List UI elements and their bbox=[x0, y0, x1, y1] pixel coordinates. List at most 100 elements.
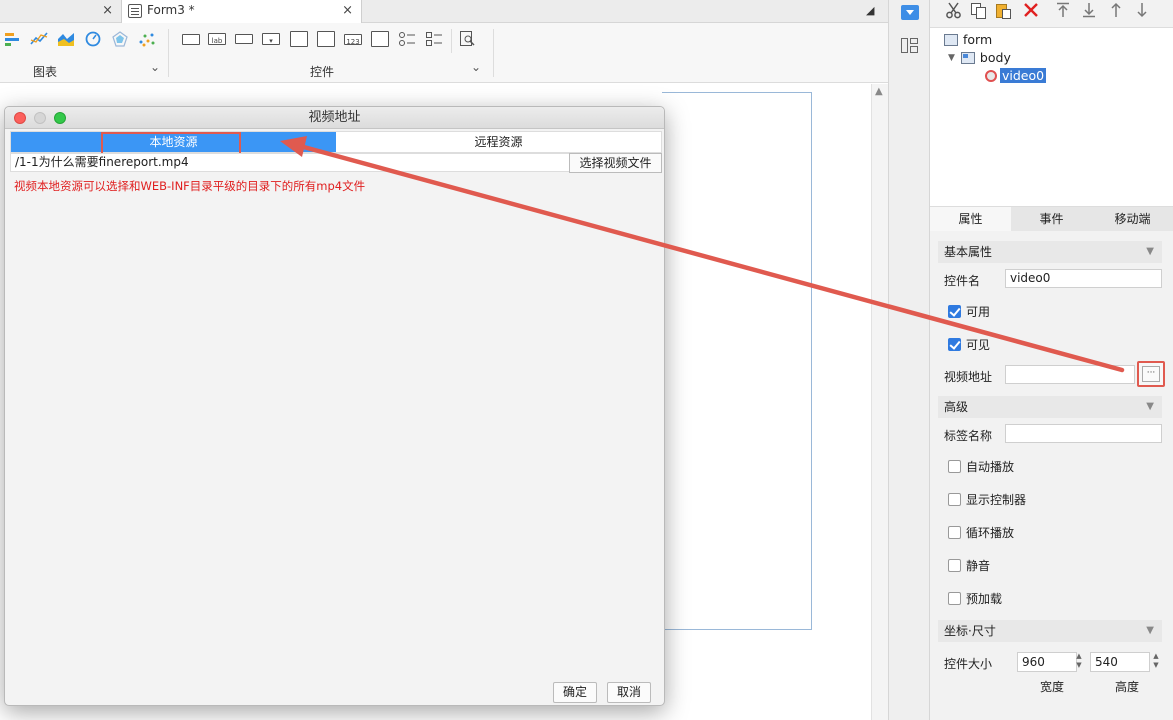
scatter-chart-icon[interactable] bbox=[138, 31, 156, 47]
side-tool-strip bbox=[888, 0, 930, 720]
dropdown-tree-widget-icon[interactable] bbox=[290, 31, 308, 47]
tab-events[interactable]: 事件 bbox=[1011, 207, 1092, 231]
show-controls-checkbox[interactable]: 显示控制器 bbox=[948, 491, 1026, 508]
name-label: 控件名 bbox=[944, 274, 981, 288]
coords-size-header[interactable]: 坐标·尺寸 ▼ bbox=[938, 620, 1162, 642]
chevron-down-icon[interactable]: ⌄ bbox=[150, 60, 160, 74]
tab-attributes[interactable]: 属性 bbox=[930, 207, 1011, 231]
cancel-button[interactable]: 取消 bbox=[607, 682, 651, 703]
combobox-widget-icon[interactable]: ▾ bbox=[262, 33, 280, 45]
autoplay-checkbox[interactable]: 自动播放 bbox=[948, 458, 1014, 475]
tree-node-video0[interactable]: video0 bbox=[985, 68, 1047, 83]
tab-mobile[interactable]: 移动端 bbox=[1092, 207, 1173, 231]
window-close-icon[interactable] bbox=[14, 112, 26, 124]
checkbox-checked-icon bbox=[948, 305, 961, 318]
tree-node-form-label: form bbox=[963, 32, 993, 47]
move-up-icon[interactable] bbox=[1109, 2, 1123, 18]
line-chart-icon[interactable] bbox=[30, 31, 48, 47]
copy-icon[interactable] bbox=[970, 2, 987, 19]
chevron-down-icon[interactable]: ⌄ bbox=[471, 60, 481, 74]
search-query-widget-icon[interactable] bbox=[459, 31, 477, 47]
tree-node-form[interactable]: form bbox=[944, 32, 992, 47]
delete-icon[interactable] bbox=[1023, 2, 1039, 18]
tab-previous[interactable]: × bbox=[0, 0, 122, 23]
height-input[interactable]: 540 bbox=[1090, 652, 1150, 672]
chevron-down-icon: ▼ bbox=[1146, 625, 1154, 636]
label-widget-icon[interactable]: lab bbox=[208, 33, 226, 45]
width-caption: 宽度 bbox=[1040, 680, 1065, 694]
video-path-field[interactable]: /1-1为什么需要finereport.mp4 bbox=[10, 153, 570, 172]
bar-chart-icon[interactable] bbox=[4, 31, 22, 47]
tab-remote-resource[interactable]: 远程资源 bbox=[336, 132, 661, 152]
video-url-edit-button[interactable]: ··· bbox=[1137, 361, 1165, 387]
widget-group-label: 控件 bbox=[310, 65, 335, 79]
area-chart-icon[interactable] bbox=[57, 31, 75, 47]
video-url-field[interactable] bbox=[1005, 365, 1135, 384]
gauge-chart-icon[interactable] bbox=[84, 31, 102, 47]
mute-checkbox[interactable]: 静音 bbox=[948, 557, 990, 574]
collapse-panel-button[interactable] bbox=[901, 5, 919, 20]
canvas-vertical-scrollbar[interactable]: ▲ bbox=[871, 84, 888, 720]
layout-panel-icon[interactable] bbox=[901, 38, 919, 54]
window-minimize-icon[interactable] bbox=[34, 112, 46, 124]
radar-chart-icon[interactable] bbox=[111, 31, 129, 47]
tag-name-field[interactable] bbox=[1005, 424, 1162, 443]
paste-icon[interactable] bbox=[995, 2, 1012, 19]
advanced-props-header[interactable]: 高级 ▼ bbox=[938, 396, 1162, 418]
cut-icon[interactable] bbox=[945, 2, 962, 19]
visible-label: 可见 bbox=[966, 338, 991, 352]
close-icon[interactable]: × bbox=[342, 3, 353, 18]
textarea-widget-icon[interactable] bbox=[371, 31, 389, 47]
visible-checkbox[interactable]: 可见 bbox=[948, 336, 990, 353]
checkbox-icon bbox=[948, 559, 961, 572]
tag-name-label: 标签名称 bbox=[944, 429, 993, 443]
toolbar-divider bbox=[493, 29, 494, 77]
checkbox-group-widget-icon[interactable] bbox=[425, 31, 443, 47]
checkbox-icon bbox=[948, 592, 961, 605]
local-resource-hint: 视频本地资源可以选择和WEB-INF目录平级的目录下的所有mp4文件 bbox=[14, 179, 366, 193]
dialog-title: 视频地址 bbox=[308, 110, 361, 125]
move-to-bottom-icon[interactable] bbox=[1082, 2, 1096, 18]
tab-menu-icon[interactable]: ◢ bbox=[866, 4, 874, 17]
radio-group-widget-icon[interactable] bbox=[398, 31, 416, 47]
checkbox-icon bbox=[948, 460, 961, 473]
height-stepper-icon[interactable]: ▲ ▼ bbox=[1150, 652, 1162, 672]
basic-props-header[interactable]: 基本属性 ▼ bbox=[938, 241, 1162, 263]
widget-tree: form ▼ body video0 bbox=[930, 27, 1173, 207]
tab-form3[interactable]: Form3 * × bbox=[122, 0, 362, 23]
choose-video-file-button[interactable]: 选择视频文件 bbox=[569, 153, 662, 173]
chart-group-label: 图表 bbox=[33, 65, 58, 79]
loop-checkbox[interactable]: 循环播放 bbox=[948, 524, 1014, 541]
move-to-top-icon[interactable] bbox=[1056, 2, 1070, 18]
close-icon[interactable]: × bbox=[102, 3, 113, 18]
name-field[interactable]: video0 bbox=[1005, 269, 1162, 288]
widget-toolbar: 图表 ⌄ lab ▾ 123 控件 ⌄ bbox=[0, 23, 888, 83]
scroll-up-icon[interactable]: ▲ bbox=[875, 86, 883, 97]
show-controls-label: 显示控制器 bbox=[966, 493, 1027, 507]
video-widget-icon bbox=[985, 69, 997, 82]
editor-tab-bar: × Form3 * × ◢ bbox=[0, 0, 888, 23]
date-widget-icon[interactable] bbox=[317, 31, 335, 47]
ok-button[interactable]: 确定 bbox=[553, 682, 597, 703]
width-stepper-icon[interactable]: ▲ ▼ bbox=[1073, 652, 1085, 672]
video-url-label: 视频地址 bbox=[944, 370, 993, 384]
preload-checkbox[interactable]: 预加载 bbox=[948, 590, 1002, 607]
dialog-titlebar[interactable]: 视频地址 bbox=[5, 107, 664, 129]
property-panel: form ▼ body video0 属性 事件 移动端 基本属性 ▼ 控件名 … bbox=[930, 0, 1173, 720]
chevron-down-icon: ▼ bbox=[1146, 246, 1154, 257]
advanced-props-title: 高级 bbox=[944, 400, 969, 414]
property-tabs: 属性 事件 移动端 bbox=[930, 207, 1173, 231]
height-caption: 高度 bbox=[1115, 680, 1140, 694]
button-widget-icon[interactable] bbox=[182, 34, 200, 45]
width-input[interactable]: 960 bbox=[1017, 652, 1077, 672]
basic-props-title: 基本属性 bbox=[944, 245, 993, 259]
move-down-icon[interactable] bbox=[1135, 2, 1149, 18]
expand-triangle-icon[interactable]: ▼ bbox=[948, 53, 955, 63]
enabled-checkbox[interactable]: 可用 bbox=[948, 303, 990, 320]
tree-node-body-label: body bbox=[979, 50, 1011, 65]
toolbar-divider bbox=[451, 29, 452, 53]
tree-node-body[interactable]: ▼ body bbox=[948, 50, 1011, 65]
number-widget-icon[interactable]: 123 bbox=[344, 34, 362, 46]
window-zoom-icon[interactable] bbox=[54, 112, 66, 124]
textbox-widget-icon[interactable] bbox=[235, 34, 253, 44]
